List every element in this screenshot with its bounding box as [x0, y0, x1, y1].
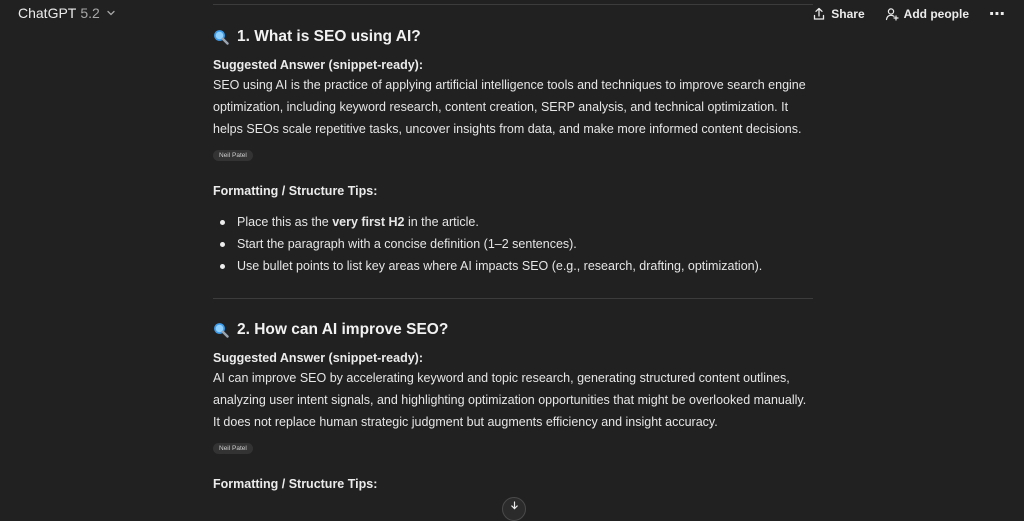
more-options-button[interactable]: ⋯	[989, 4, 1006, 24]
tip-text-post: in the article.	[404, 215, 479, 229]
tips-label: Formatting / Structure Tips:	[213, 184, 378, 198]
faq-section-2: 2. How can AI improve SEO? Suggested Ans…	[213, 321, 813, 491]
model-selector[interactable]: ChatGPT 5.2	[18, 5, 116, 21]
model-name: ChatGPT	[18, 5, 77, 21]
list-item: Use bullet points to list key areas wher…	[213, 255, 813, 277]
list-item: Start the paragraph with a concise defin…	[213, 233, 813, 255]
section-title: 2. How can AI improve SEO?	[237, 321, 449, 338]
share-label: Share	[831, 7, 865, 21]
divider	[213, 298, 813, 299]
add-people-label: Add people	[903, 7, 969, 21]
tip-text: Start the paragraph with a concise defin…	[237, 237, 577, 251]
answer-label: Suggested Answer (snippet-ready):	[213, 351, 423, 365]
section-heading: 1. What is SEO using AI?	[213, 28, 813, 46]
tips-label: Formatting / Structure Tips:	[213, 477, 378, 491]
add-person-icon	[885, 8, 899, 21]
faq-section-1: 1. What is SEO using AI? Suggested Answe…	[213, 28, 813, 277]
chevron-down-icon	[107, 10, 115, 16]
divider	[213, 4, 813, 5]
magnifying-glass-icon	[214, 323, 229, 338]
answer-label: Suggested Answer (snippet-ready):	[213, 58, 423, 72]
answer-text: SEO using AI is the practice of applying…	[213, 78, 806, 136]
section-heading: 2. How can AI improve SEO?	[213, 321, 813, 339]
list-item: Place this as the very first H2 in the a…	[213, 211, 813, 233]
scroll-down-button[interactable]	[502, 497, 526, 521]
citation-pill[interactable]: Neil Patel	[213, 443, 253, 454]
tips-list: Place this as the very first H2 in the a…	[213, 211, 813, 277]
answer-text: AI can improve SEO by accelerating keywo…	[213, 371, 807, 429]
tip-text: Use bullet points to list key areas wher…	[237, 259, 763, 273]
tip-text-bold: very first H2	[332, 215, 405, 229]
magnifying-glass-icon	[214, 30, 229, 45]
share-button[interactable]: Share	[812, 7, 865, 21]
model-version: 5.2	[80, 5, 100, 21]
add-people-button[interactable]: Add people	[885, 7, 969, 21]
share-icon	[814, 7, 825, 20]
citation-pill[interactable]: Neil Patel	[213, 150, 253, 161]
section-title: 1. What is SEO using AI?	[237, 28, 421, 45]
tip-text-pre: Place this as the	[237, 215, 333, 229]
